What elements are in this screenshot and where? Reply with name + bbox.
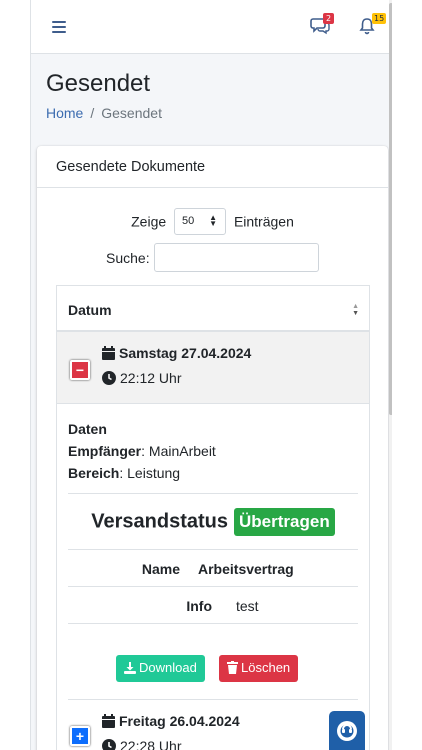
row-date: Freitag 26.04.2024 xyxy=(102,713,240,729)
support-icon xyxy=(337,721,357,741)
info-label: Info xyxy=(186,598,212,614)
breadcrumb-current: Gesendet xyxy=(101,105,162,121)
delete-label: Löschen xyxy=(241,660,291,675)
status-badge: Übertragen xyxy=(234,508,335,536)
breadcrumb: Home / Gesendet xyxy=(46,105,162,121)
table-row[interactable]: − Samstag 27.04.2024 22:12 Uhr xyxy=(57,332,369,404)
info-row: Info test xyxy=(68,587,358,624)
row-date-text: Freitag 26.04.2024 xyxy=(119,713,240,729)
expand-row-button[interactable]: + xyxy=(70,726,90,746)
delete-button[interactable]: Löschen xyxy=(219,655,299,682)
collapse-row-button[interactable]: − xyxy=(70,360,90,380)
messages-button[interactable]: 2 xyxy=(310,13,334,37)
sort-icon: ▲ ▼ xyxy=(352,303,359,317)
recipient-line: Empfänger: MainArbeit xyxy=(68,443,216,459)
top-navbar: 2 15 xyxy=(31,0,392,54)
notifications-badge: 15 xyxy=(372,13,387,24)
download-label: Download xyxy=(139,660,197,675)
search-label: Suche: xyxy=(106,250,150,266)
row-time: 22:12 Uhr xyxy=(102,370,181,386)
name-value: Arbeitsvertrag xyxy=(198,561,294,577)
page-scrollbar[interactable] xyxy=(389,0,392,750)
column-header-datum[interactable]: Datum ▲ ▼ xyxy=(57,286,369,332)
area-label: Bereich xyxy=(68,465,120,481)
clock-icon xyxy=(102,739,116,750)
dispatch-status-label: Versandstatus xyxy=(91,510,229,533)
calendar-icon xyxy=(102,346,115,360)
info-value: test xyxy=(236,598,259,614)
length-prefix: Zeige xyxy=(131,213,167,230)
download-button[interactable]: Download xyxy=(116,655,205,682)
name-row: Name Arbeitsvertrag xyxy=(68,550,358,587)
plus-icon: + xyxy=(75,728,85,744)
details-title: Daten xyxy=(68,421,107,437)
minus-icon: − xyxy=(75,362,85,378)
notifications-button[interactable]: 15 xyxy=(359,13,387,37)
trash-icon xyxy=(227,661,238,674)
card-title: Gesendete Dokumente xyxy=(37,146,388,188)
recipient-value: MainArbeit xyxy=(148,443,216,459)
action-buttons: Download Löschen xyxy=(68,624,358,700)
page-title: Gesendet xyxy=(46,70,151,97)
area-line: Bereich: Leistung xyxy=(68,465,181,481)
calendar-icon xyxy=(102,714,115,728)
help-chat-button[interactable] xyxy=(329,711,365,750)
scrollbar-thumb[interactable] xyxy=(389,3,392,415)
app-frame: 2 15 Gesendet Home / Gesendet Gesendete Do… xyxy=(30,0,392,750)
entries-select[interactable]: 50 ▲ ▼ xyxy=(174,208,227,235)
clock-icon xyxy=(102,371,116,385)
dispatch-status-header: Versandstatus Übertragen xyxy=(68,494,358,550)
dispatch-status-table: Versandstatus Übertragen Name Arbeitsvert… xyxy=(68,493,358,700)
column-header-label: Datum xyxy=(68,302,112,318)
area-value: Leistung xyxy=(127,465,181,481)
sent-documents-card: Gesendete Dokumente Zeige 50 ▲ ▼ Einträge… xyxy=(37,146,388,750)
entries-length-control: Zeige 50 ▲ ▼ Einträgen xyxy=(37,208,388,235)
documents-table: Datum ▲ ▼ − Samstag 27.04.2024 22:12 Uhr … xyxy=(56,285,370,750)
name-label: Name xyxy=(141,561,180,577)
row-date-text: Samstag 27.04.2024 xyxy=(119,345,252,361)
row-time: 22:28 Uhr xyxy=(102,738,181,750)
messages-badge: 2 xyxy=(323,13,334,24)
row-time-text: 22:12 Uhr xyxy=(120,370,182,386)
length-suffix: Einträgen xyxy=(233,213,294,230)
download-icon xyxy=(124,662,136,674)
table-row[interactable]: + Freitag 26.04.2024 22:28 Uhr xyxy=(57,700,369,750)
breadcrumb-separator: / xyxy=(90,105,95,121)
breadcrumb-home-link[interactable]: Home xyxy=(46,105,83,121)
row-details: Daten Empfänger: MainArbeit Bereich: Lei… xyxy=(57,404,369,700)
select-arrows-icon: ▲ ▼ xyxy=(209,213,218,228)
row-date: Samstag 27.04.2024 xyxy=(102,345,251,361)
entries-select-value: 50 xyxy=(182,215,195,227)
recipient-label: Empfänger xyxy=(68,443,142,459)
search-input[interactable] xyxy=(154,243,319,272)
menu-toggle-icon[interactable] xyxy=(52,21,66,33)
row-time-text: 22:28 Uhr xyxy=(120,738,182,750)
